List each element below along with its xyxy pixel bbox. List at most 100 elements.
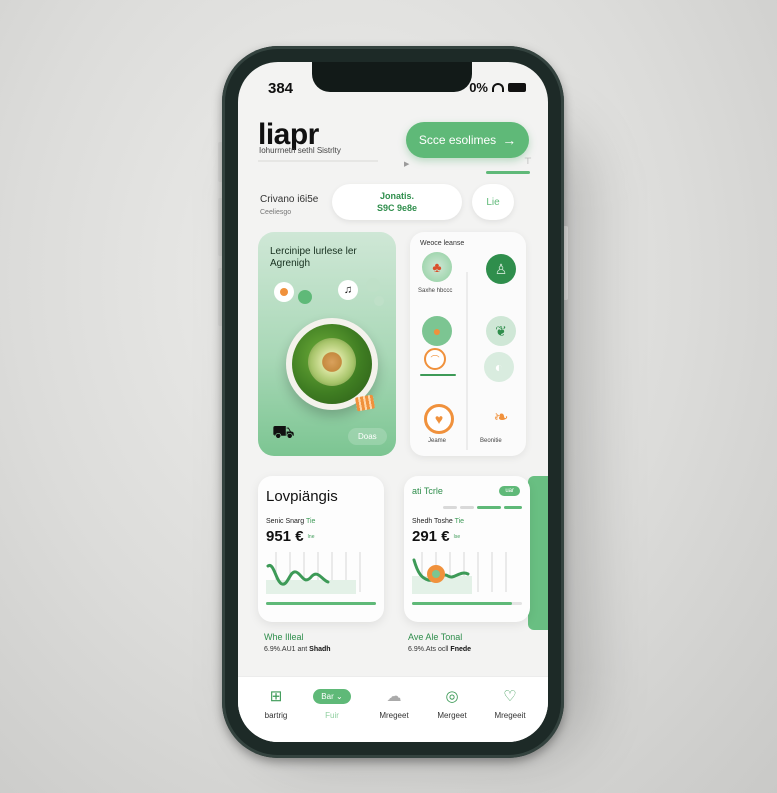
- nav-item-fuir[interactable]: Bar ⌄ Fuir: [304, 685, 360, 720]
- segment-bars: [443, 506, 522, 509]
- chart-card-right[interactable]: ati Tcrle uar Shedh Toshe Tie 291 € Ise: [404, 476, 530, 622]
- music-icon: ♫: [338, 280, 358, 300]
- filter-pill-selected[interactable]: Jonatis. S9C 9e8e: [332, 184, 462, 220]
- bowl-icon[interactable]: ◐: [484, 352, 514, 382]
- nav-label: Mergeet: [437, 711, 467, 720]
- app-subtitle: Iohurrnetn sethl Sistrlty: [259, 146, 341, 155]
- progress-fill: [412, 602, 512, 605]
- grid-bars-icon: ⊞: [269, 688, 283, 705]
- filter-pill-line2: S9C 9e8e: [376, 203, 418, 213]
- orange-wedge-image: [354, 394, 376, 412]
- caption-sub-a: 6.9%.Ats ocll: [408, 646, 449, 653]
- chart-value: 291 €: [412, 528, 450, 545]
- cta-underline: [486, 171, 530, 174]
- chart-right-caption-sub: 6.9%.Ats ocll Fnede: [408, 646, 471, 653]
- chart-card-title: ati Tcrle: [412, 486, 443, 496]
- cta-label: Scce esolimes: [418, 133, 497, 147]
- decor-dot: [298, 290, 312, 304]
- decor-dot: [366, 278, 380, 292]
- leaf-icon[interactable]: ❦: [486, 316, 516, 346]
- chart-card-value: 291 € Ise: [412, 528, 460, 545]
- segment-bar: [477, 506, 501, 509]
- nav-label: bartrig: [264, 711, 288, 720]
- grid-card: Weoce leanse ♣ Saxhe hbccc ♙ ● ❦ ⌒ ◐ ♥ J…: [410, 232, 526, 456]
- chart-card-left[interactable]: Lovpiängis Senic Snarg Tie 951 € Ine: [258, 476, 384, 622]
- cloud-icon: ☁: [386, 688, 402, 705]
- feature-card-title: Lercinipe lurlese ler Agrenigh: [270, 246, 357, 269]
- divider: [258, 160, 378, 162]
- sparkline-chart: [266, 552, 361, 594]
- grid-card-title: Weoce leanse: [420, 240, 465, 247]
- caption-sub-b: Shadh: [309, 646, 331, 653]
- fruit-icon[interactable]: ●: [422, 316, 452, 346]
- nav-label: Fuir: [325, 711, 339, 720]
- nav-pill: Bar ⌄: [304, 685, 360, 707]
- grid-item-label: Beonitie: [480, 438, 502, 444]
- caption-sub-a: 6.9%.AU1 ant: [264, 646, 308, 653]
- chart-value: 951 €: [266, 528, 304, 545]
- pear-icon[interactable]: ♙: [486, 254, 516, 284]
- arrow-right-icon: →: [502, 132, 517, 148]
- heart-outline-icon: ♡: [503, 688, 517, 705]
- chart-card-value: 951 € Ine: [266, 528, 315, 545]
- pin-icon: ⊤: [524, 156, 532, 166]
- egg-yolk: [280, 288, 288, 296]
- segment-bar: [443, 506, 457, 509]
- chart-subtitle-a: Senic Snarg: [266, 518, 305, 525]
- segment-bar: [504, 506, 522, 509]
- chart-left-caption-sub: 6.9%.AU1 ant Shadh: [264, 646, 331, 653]
- chart-card-subtitle: Senic Snarg Tie: [266, 518, 315, 525]
- phone-notch: [312, 62, 472, 92]
- filter-pill-small[interactable]: Lie: [472, 184, 514, 220]
- chart-subtitle-b: Tie: [305, 518, 316, 525]
- primary-cta-button[interactable]: Scce esolimes →: [406, 122, 529, 158]
- chart-value-note: Ine: [307, 534, 315, 541]
- decor-dot: [374, 296, 384, 306]
- filter-pill-line1: Jonatis.: [379, 191, 414, 201]
- car-icon: ⛟: [272, 422, 295, 442]
- avocado-image: [308, 338, 356, 386]
- nav-pill-label: Bar ⌄: [313, 688, 351, 704]
- segment-bar: [460, 506, 474, 509]
- chart-right-caption: Ave Ale Tonal: [408, 632, 463, 642]
- feature-card-button[interactable]: Doas: [348, 428, 387, 445]
- nav-label: Mregeeit: [494, 711, 526, 720]
- filter-sublabel: Ceeliesgo: [260, 209, 292, 216]
- divider: [466, 272, 468, 450]
- compass-icon: ◎: [445, 688, 459, 705]
- bottom-nav: ⊞ bartrig Bar ⌄ Fuir ☁ Mregeet ◎ Mergeet…: [238, 676, 548, 742]
- caret-right-icon: ▶: [404, 161, 410, 168]
- filter-label: Crivano i6i5e: [260, 194, 319, 205]
- salad-icon[interactable]: ♣: [422, 252, 452, 282]
- chart-card-subtitle: Shedh Toshe Tie: [412, 518, 464, 525]
- status-time: 384: [268, 80, 294, 97]
- battery-percent: 0%: [469, 80, 488, 95]
- wifi-icon: [492, 83, 504, 92]
- chart-subtitle-b: Tie: [454, 518, 465, 525]
- orange-leaf-icon[interactable]: ❧: [486, 402, 516, 432]
- chef-icon[interactable]: ⌒: [424, 348, 446, 370]
- chart-card-title: Lovpiängis: [266, 488, 338, 505]
- side-accent: [528, 476, 548, 630]
- chart-subtitle-a: Shedh Toshe: [412, 518, 453, 525]
- grid-item-label: Saxhe hbccc: [418, 288, 453, 294]
- sparkline-chart: [412, 552, 507, 594]
- app-screen: 384 0% liapr Iohurrnetn sethl Sistrlty S…: [238, 62, 548, 742]
- nav-item-mergeet[interactable]: ◎ Mergeet: [424, 685, 480, 720]
- progress-fill: [266, 602, 376, 605]
- heart-icon[interactable]: ♥: [424, 404, 454, 434]
- caption-sub-b: Fnede: [450, 646, 472, 653]
- grid-item-underline: [420, 374, 456, 376]
- feature-card[interactable]: Lercinipe lurlese ler Agrenigh ♫ ⛟ Doas: [258, 232, 396, 456]
- chevron-down-icon: ⌄: [335, 691, 343, 701]
- nav-label: Mregeet: [379, 711, 409, 720]
- chart-value-note: Ise: [453, 534, 461, 541]
- chart-left-caption: Whe Illeal: [264, 632, 304, 642]
- battery-icon: [508, 83, 526, 92]
- nav-item-mregeeit[interactable]: ♡ Mregeeit: [482, 685, 538, 720]
- status-bar-right: 0%: [469, 80, 526, 95]
- chart-card-badge: uar: [499, 486, 520, 496]
- nav-item-mregeet[interactable]: ☁ Mregeet: [366, 685, 422, 720]
- grid-item-label: Jeame: [428, 438, 447, 444]
- nav-item-bartrig[interactable]: ⊞ bartrig: [248, 685, 304, 720]
